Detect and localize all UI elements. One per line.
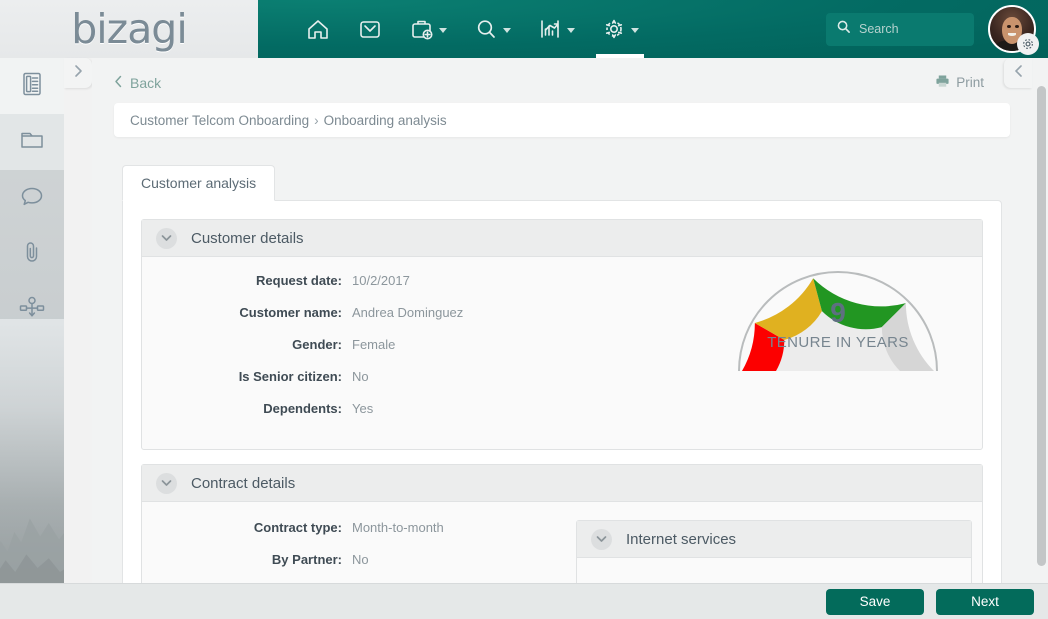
breadcrumb: Customer Telcom Onboarding › Onboarding … (114, 103, 1010, 137)
analytics-icon (537, 17, 563, 41)
chevron-left-icon (1013, 64, 1024, 83)
breadcrumb-current: Onboarding analysis (323, 112, 447, 128)
vertical-scrollbar[interactable] (1037, 86, 1046, 566)
folder-icon (18, 127, 46, 158)
field-value: No (352, 369, 369, 384)
breadcrumb-separator: › (314, 112, 319, 128)
sidebar-expand-toggle[interactable] (64, 58, 92, 88)
tab-label: Customer analysis (141, 175, 257, 191)
sidebar-item-form[interactable] (0, 58, 64, 114)
tab-strip: Customer analysis (122, 165, 1032, 201)
sidebar-item-comments[interactable] (0, 170, 64, 226)
search-nav-icon (473, 17, 499, 41)
field-by-partner: By Partner: No (152, 552, 562, 567)
top-nav-icons (292, 0, 652, 58)
page-toolbar: Back Print (92, 58, 1032, 91)
sidebar-background-image (0, 319, 64, 619)
paperclip-icon (19, 237, 45, 272)
chevron-left-icon (114, 75, 123, 91)
comment-icon (18, 183, 46, 214)
home-icon (305, 17, 331, 41)
nav-settings-button[interactable] (588, 0, 652, 58)
panel-customer-details-header[interactable]: Customer details (142, 220, 982, 257)
nav-home-button[interactable] (292, 0, 344, 58)
chevron-down-icon (503, 28, 511, 33)
nav-analytics-button[interactable] (524, 0, 588, 58)
form-card: Customer details Request date: 10/2/2017… (122, 200, 1002, 619)
print-button[interactable]: Print (935, 74, 1012, 91)
avatar-settings-gear-icon[interactable] (1017, 33, 1039, 55)
field-value: Month-to-month (352, 520, 444, 535)
field-value: Female (352, 337, 396, 352)
process-icon (17, 294, 47, 327)
search-icon (836, 19, 851, 39)
field-value: Andrea Dominguez (352, 305, 464, 320)
back-label: Back (130, 74, 162, 91)
field-label: Dependents: (263, 401, 342, 416)
nav-new-case-button[interactable] (396, 0, 460, 58)
field-label: Request date: (256, 273, 342, 288)
nav-inbox-button[interactable] (344, 0, 396, 58)
panel-title: Contract details (191, 474, 296, 492)
collapse-chevron-down-icon[interactable] (591, 528, 612, 550)
right-panel-collapse-toggle[interactable] (1004, 58, 1032, 88)
search-box[interactable] (826, 12, 974, 46)
search-area (826, 5, 1048, 55)
sidebar-item-process[interactable] (0, 282, 64, 338)
print-label: Print (956, 75, 984, 90)
panel-title: Customer details (191, 229, 304, 247)
tab-customer-analysis[interactable]: Customer analysis (122, 165, 276, 201)
breadcrumb-root[interactable]: Customer Telcom Onboarding (130, 113, 309, 128)
gauge-label: TENURE IN YEARS (767, 334, 909, 351)
top-nav (258, 0, 1048, 58)
nav-search-button[interactable] (460, 0, 524, 58)
field-value: No (352, 552, 369, 567)
panel-internet-services-header[interactable]: Internet services (577, 521, 971, 558)
chevron-right-icon (73, 64, 84, 83)
sidebar-items (0, 58, 64, 338)
chevron-down-icon (567, 28, 575, 33)
field-contract-type: Contract type: Month-to-month (152, 520, 562, 535)
collapse-chevron-down-icon[interactable] (156, 472, 177, 494)
search-input[interactable] (859, 22, 964, 36)
field-label: Contract type: (253, 520, 342, 535)
back-button[interactable]: Back (114, 75, 161, 91)
panel-contract-details-header[interactable]: Contract details (142, 465, 982, 502)
chevron-down-icon (631, 28, 639, 33)
avatar[interactable] (988, 5, 1039, 55)
top-bar: bizagi (0, 0, 1048, 58)
save-button[interactable]: Save (826, 588, 924, 615)
panel-customer-details-body: Request date: 10/2/2017 Customer name: A… (142, 257, 982, 449)
printer-icon (935, 74, 950, 91)
field-label: Is Senior citizen: (238, 369, 342, 384)
chevron-down-icon (439, 28, 447, 33)
sidebar-item-documents[interactable] (0, 114, 64, 170)
new-case-icon (409, 17, 435, 41)
bizagi-logo: bizagi (71, 5, 187, 53)
gauge-value: 9 (830, 297, 846, 328)
tenure-gauge-chart: 9 TENURE IN YEARS (738, 265, 938, 371)
footer-action-bar: Save Next (0, 583, 1048, 619)
field-is-senior-citizen: Is Senior citizen: No (152, 369, 972, 384)
panel-title: Internet services (626, 530, 737, 548)
main-content: Back Print Customer Telcom Onboarding › … (92, 58, 1032, 619)
field-label: Gender: (292, 337, 342, 352)
sidebar-item-attachments[interactable] (0, 226, 64, 282)
field-value: 10/2/2017 (352, 273, 410, 288)
field-value: Yes (352, 401, 374, 416)
left-sidebar (0, 58, 64, 619)
field-label: Customer name: (239, 305, 342, 320)
inbox-icon (357, 17, 383, 41)
next-button[interactable]: Next (936, 588, 1034, 615)
field-label: By Partner: (271, 552, 342, 567)
settings-gear-icon (601, 17, 627, 41)
brand-area: bizagi (0, 0, 258, 58)
collapse-chevron-down-icon[interactable] (156, 227, 177, 249)
panel-customer-details: Customer details Request date: 10/2/2017… (141, 219, 983, 450)
form-icon (19, 70, 45, 103)
field-dependents: Dependents: Yes (152, 401, 972, 416)
